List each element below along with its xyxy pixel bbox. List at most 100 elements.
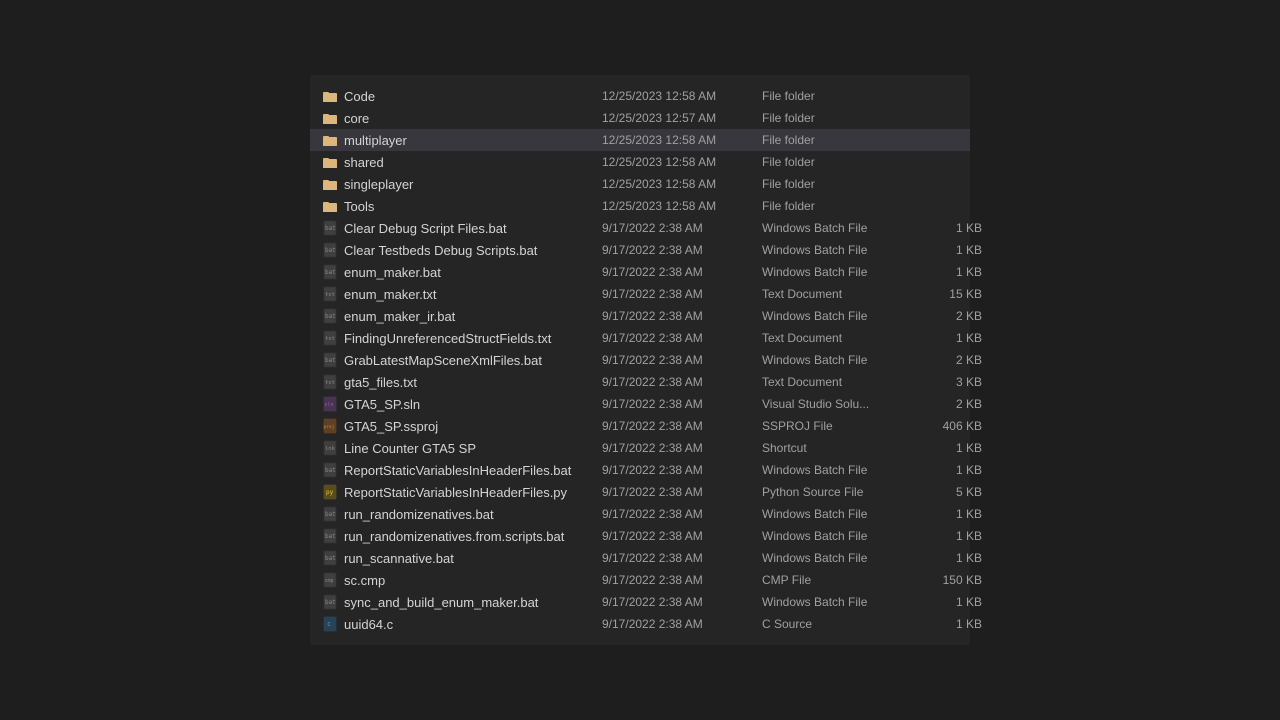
file-date: 9/17/2022 2:38 AM (602, 485, 762, 499)
svg-text:bat: bat (325, 225, 336, 232)
file-name-text: enum_maker_ir.bat (344, 309, 455, 324)
list-item[interactable]: singleplayer12/25/2023 12:58 AMFile fold… (310, 173, 970, 195)
file-name-cell: bat Clear Debug Script Files.bat (322, 220, 602, 236)
file-type: Windows Batch File (762, 507, 922, 521)
file-name-cell: bat sync_and_build_enum_maker.bat (322, 594, 602, 610)
file-date: 9/17/2022 2:38 AM (602, 573, 762, 587)
list-item[interactable]: proj GTA5_SP.ssproj9/17/2022 2:38 AMSSPR… (310, 415, 970, 437)
file-type: File folder (762, 177, 922, 191)
list-item[interactable]: txt gta5_files.txt 9/17/2022 2:38 AMText … (310, 371, 970, 393)
bat-icon: bat (322, 462, 338, 478)
file-name-cell: bat run_randomizenatives.from.scripts.ba… (322, 528, 602, 544)
file-name-cell: bat run_randomizenatives.bat (322, 506, 602, 522)
list-item[interactable]: bat sync_and_build_enum_maker.bat9/17/20… (310, 591, 970, 613)
list-item[interactable]: sln GTA5_SP.sln9/17/2022 2:38 AMVisual S… (310, 393, 970, 415)
file-name-text: gta5_files.txt (344, 375, 417, 390)
svg-text:txt: txt (325, 380, 335, 386)
file-type: Windows Batch File (762, 463, 922, 477)
list-item[interactable]: bat GrabLatestMapSceneXmlFiles.bat9/17/2… (310, 349, 970, 371)
file-type: SSPROJ File (762, 419, 922, 433)
list-item[interactable]: bat ReportStaticVariablesInHeaderFiles.b… (310, 459, 970, 481)
file-type: C Source (762, 617, 922, 631)
file-name-cell: txt enum_maker.txt (322, 286, 602, 302)
file-type: Text Document (762, 331, 922, 345)
svg-text:bat: bat (325, 511, 336, 518)
svg-text:proj: proj (324, 424, 335, 430)
file-type: Shortcut (762, 441, 922, 455)
file-type: Windows Batch File (762, 243, 922, 257)
file-explorer: Code12/25/2023 12:58 AMFile folder core1… (310, 75, 970, 645)
file-date: 9/17/2022 2:38 AM (602, 265, 762, 279)
file-type: File folder (762, 111, 922, 125)
file-name-cell: proj GTA5_SP.ssproj (322, 418, 602, 434)
ssproj-icon: proj (322, 418, 338, 434)
file-size: 1 KB (922, 221, 982, 235)
list-item[interactable]: Code12/25/2023 12:58 AMFile folder (310, 85, 970, 107)
list-item[interactable]: bat Clear Testbeds Debug Scripts.bat9/17… (310, 239, 970, 261)
file-name-text: GrabLatestMapSceneXmlFiles.bat (344, 353, 542, 368)
file-type: Windows Batch File (762, 353, 922, 367)
sln-icon: sln (322, 396, 338, 412)
file-date: 9/17/2022 2:38 AM (602, 221, 762, 235)
list-item[interactable]: txt enum_maker.txt9/17/2022 2:38 AMText … (310, 283, 970, 305)
list-item[interactable]: shared12/25/2023 12:58 AMFile folder (310, 151, 970, 173)
svg-text:bat: bat (325, 533, 336, 540)
list-item[interactable]: bat run_randomizenatives.bat9/17/2022 2:… (310, 503, 970, 525)
folder-icon (322, 88, 338, 104)
file-type: File folder (762, 89, 922, 103)
list-item[interactable]: lnk Line Counter GTA5 SP9/17/2022 2:38 A… (310, 437, 970, 459)
list-item[interactable]: bat Clear Debug Script Files.bat9/17/202… (310, 217, 970, 239)
file-name-text: Line Counter GTA5 SP (344, 441, 476, 456)
file-date: 9/17/2022 2:38 AM (602, 397, 762, 411)
list-item[interactable]: bat run_randomizenatives.from.scripts.ba… (310, 525, 970, 547)
file-name-text: sc.cmp (344, 573, 385, 588)
list-item[interactable]: multiplayer12/25/2023 12:58 AMFile folde… (310, 129, 970, 151)
bat-icon: bat (322, 242, 338, 258)
txt-icon: txt (322, 374, 338, 390)
file-type: Windows Batch File (762, 309, 922, 323)
file-name-text: multiplayer (344, 133, 407, 148)
list-item[interactable]: bat enum_maker_ir.bat9/17/2022 2:38 AMWi… (310, 305, 970, 327)
file-size: 1 KB (922, 463, 982, 477)
file-date: 9/17/2022 2:38 AM (602, 243, 762, 257)
file-date: 12/25/2023 12:58 AM (602, 133, 762, 147)
list-item[interactable]: bat run_scannative.bat9/17/2022 2:38 AMW… (310, 547, 970, 569)
file-size: 150 KB (922, 573, 982, 587)
file-size: 3 KB (922, 375, 982, 389)
file-name-cell: Code (322, 88, 602, 104)
bat-icon: bat (322, 506, 338, 522)
list-item[interactable]: c uuid64.c9/17/2022 2:38 AMC Source1 KB (310, 613, 970, 635)
file-date: 12/25/2023 12:58 AM (602, 199, 762, 213)
svg-text:bat: bat (325, 269, 336, 276)
svg-text:lnk: lnk (325, 446, 336, 452)
file-date: 9/17/2022 2:38 AM (602, 375, 762, 389)
file-size: 1 KB (922, 507, 982, 521)
file-name-text: singleplayer (344, 177, 413, 192)
file-name-cell: lnk Line Counter GTA5 SP (322, 440, 602, 456)
svg-text:bat: bat (325, 313, 336, 320)
file-name-text: Clear Testbeds Debug Scripts.bat (344, 243, 537, 258)
list-item[interactable]: py ReportStaticVariablesInHeaderFiles.py… (310, 481, 970, 503)
file-size: 1 KB (922, 529, 982, 543)
file-name-text: Code (344, 89, 375, 104)
file-size: 1 KB (922, 331, 982, 345)
svg-text:sln: sln (325, 402, 334, 408)
list-item[interactable]: core12/25/2023 12:57 AMFile folder (310, 107, 970, 129)
file-type: File folder (762, 199, 922, 213)
file-type: Text Document (762, 375, 922, 389)
file-name-cell: bat Clear Testbeds Debug Scripts.bat (322, 242, 602, 258)
file-name-cell: bat enum_maker_ir.bat (322, 308, 602, 324)
list-item[interactable]: Tools12/25/2023 12:58 AMFile folder (310, 195, 970, 217)
list-item[interactable]: cmp sc.cmp9/17/2022 2:38 AMCMP File150 K… (310, 569, 970, 591)
bat-icon: bat (322, 264, 338, 280)
list-item[interactable]: bat enum_maker.bat9/17/2022 2:38 AMWindo… (310, 261, 970, 283)
file-size: 5 KB (922, 485, 982, 499)
file-type: Windows Batch File (762, 595, 922, 609)
file-date: 12/25/2023 12:57 AM (602, 111, 762, 125)
file-date: 9/17/2022 2:38 AM (602, 419, 762, 433)
file-name-cell: multiplayer (322, 132, 602, 148)
lnk-icon: lnk (322, 440, 338, 456)
file-name-text: GTA5_SP.sln (344, 397, 420, 412)
list-item[interactable]: txt FindingUnreferencedStructFields.txt9… (310, 327, 970, 349)
file-date: 9/17/2022 2:38 AM (602, 551, 762, 565)
